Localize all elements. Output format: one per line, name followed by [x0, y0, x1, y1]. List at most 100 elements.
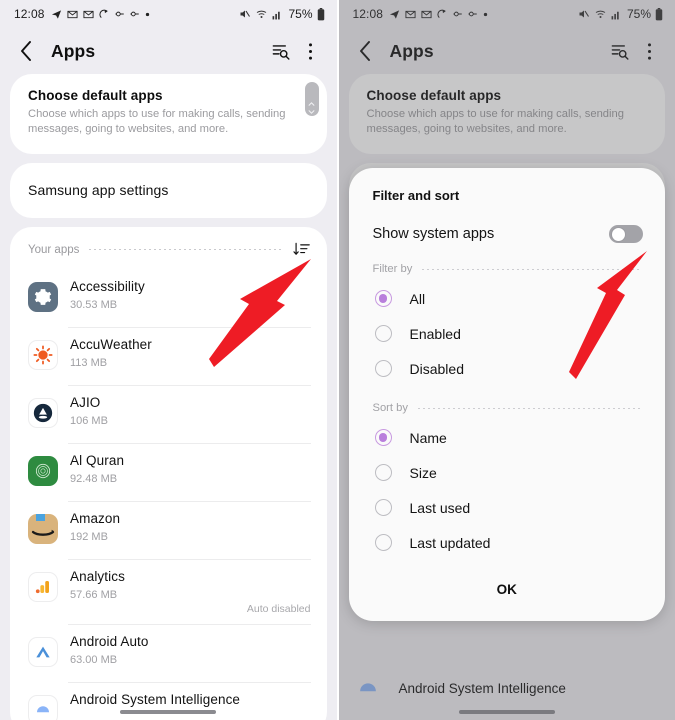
- dot-icon: [483, 12, 488, 17]
- more-vertical-icon[interactable]: [297, 37, 325, 65]
- accuweather-icon: [28, 339, 58, 370]
- status-bar-system-icons: 75%: [238, 7, 324, 21]
- dot-icon: [145, 12, 150, 17]
- show-system-apps-row[interactable]: Show system apps: [349, 203, 666, 247]
- sort-option-last-used[interactable]: Last used: [349, 490, 666, 525]
- mute-icon: [238, 8, 251, 20]
- list-item-size: 30.53 MB: [70, 298, 118, 311]
- status-bar: 12:08 75%: [0, 0, 337, 28]
- list-item[interactable]: AJIO 106 MB: [10, 384, 327, 443]
- battery-percent-label: 75%: [626, 7, 651, 21]
- gmail-icon: [405, 9, 416, 20]
- al-quran-icon: [28, 455, 58, 486]
- wifi-icon: [255, 8, 268, 20]
- choose-default-apps-card[interactable]: Choose default apps Choose which apps to…: [10, 74, 327, 154]
- list-item-size: 63.00 MB: [70, 653, 118, 666]
- back-button[interactable]: [13, 38, 39, 64]
- filter-option-label: Disabled: [409, 360, 464, 377]
- list-search-icon[interactable]: [267, 37, 295, 65]
- sort-by-label: Sort by: [372, 402, 408, 414]
- sort-by-header: Sort by: [349, 386, 666, 420]
- ok-button[interactable]: OK: [349, 560, 666, 621]
- mute-icon: [577, 8, 590, 20]
- android-system-intelligence-icon: [357, 679, 387, 698]
- ajio-icon: [28, 397, 58, 428]
- radio-button-icon[interactable]: [374, 429, 392, 446]
- samsung-app-settings-title: Samsung app settings: [28, 181, 169, 198]
- navigation-handle[interactable]: [339, 703, 675, 720]
- filter-and-sort-dialog: Filter and sort Show system apps Filter …: [348, 168, 666, 621]
- sort-option-last-updated[interactable]: Last updated: [349, 525, 666, 560]
- sort-option-name[interactable]: Name: [349, 420, 666, 455]
- list-item-text: Al Quran 92.48 MB: [70, 452, 311, 485]
- sort-option-label: Last used: [409, 499, 471, 516]
- link-icon: [468, 10, 478, 18]
- radio-button-icon[interactable]: [374, 534, 392, 551]
- page-title: Apps: [51, 40, 96, 61]
- list-item-text: AJIO 106 MB: [70, 394, 311, 427]
- wifi-icon: [594, 8, 607, 20]
- filter-option-disabled[interactable]: Disabled: [349, 351, 666, 386]
- telegram-icon: [51, 9, 62, 20]
- list-search-icon[interactable]: [605, 37, 633, 65]
- home-handle-icon: [458, 709, 555, 714]
- status-bar-notification-icons: [51, 8, 150, 20]
- radio-button-icon[interactable]: [374, 325, 392, 342]
- list-item[interactable]: Amazon 192 MB: [10, 500, 327, 559]
- list-item-name: Android Auto: [70, 633, 149, 649]
- list-item[interactable]: Al Quran 92.48 MB: [10, 442, 327, 501]
- list-item[interactable]: Android Auto 63.00 MB: [10, 623, 327, 682]
- your-apps-header: Your apps: [10, 227, 327, 269]
- list-item-text: AccuWeather 113 MB: [70, 336, 311, 369]
- list-item[interactable]: Analytics 57.66 MB Auto disabled: [10, 558, 327, 624]
- more-vertical-icon[interactable]: [635, 37, 663, 65]
- capture-icon: [98, 8, 110, 20]
- filter-option-all[interactable]: All: [349, 281, 666, 316]
- scrollbar-thumb[interactable]: [304, 82, 319, 116]
- list-item-status-note: Auto disabled: [246, 602, 311, 615]
- samsung-app-settings-card[interactable]: Samsung app settings: [10, 162, 327, 218]
- home-handle-icon: [120, 709, 217, 714]
- chevron-up-icon: [308, 93, 315, 106]
- toggle-knob: [610, 226, 626, 242]
- list-item-size: 106 MB: [70, 414, 108, 427]
- gmail-icon: [421, 9, 432, 20]
- radio-button-icon[interactable]: [374, 499, 392, 516]
- gmail-icon: [66, 9, 78, 20]
- link-icon: [114, 10, 125, 18]
- your-apps-card: Your apps Accessibility 30.53 MB AccuWea…: [10, 226, 327, 720]
- sort-option-size[interactable]: Size: [349, 455, 666, 490]
- sort-option-label: Name: [409, 429, 447, 446]
- list-item-name: Amazon: [70, 510, 121, 526]
- choose-default-apps-card: Choose default apps Choose which apps to…: [348, 74, 665, 154]
- back-button[interactable]: [352, 38, 378, 64]
- panel-divider: [336, 0, 338, 720]
- page-title: Apps: [389, 40, 434, 61]
- choose-default-apps-title: Choose default apps: [28, 88, 163, 103]
- filter-by-label: Filter by: [372, 263, 413, 275]
- radio-button-icon[interactable]: [374, 360, 392, 377]
- radio-button-icon[interactable]: [374, 464, 392, 481]
- status-bar-time: 12:08: [14, 7, 45, 21]
- navigation-handle[interactable]: [0, 703, 337, 720]
- dialog-title: Filter and sort: [372, 188, 460, 203]
- list-item-text: Analytics 57.66 MB Auto disabled: [70, 568, 311, 615]
- app-bar: Apps: [339, 28, 675, 74]
- list-item-name: Al Quran: [70, 452, 125, 468]
- right-phone-screen: 12:08 75% Apps Choose default apps Choos…: [338, 0, 675, 720]
- sort-descending-icon[interactable]: [291, 239, 313, 261]
- gmail-icon: [82, 9, 94, 20]
- header-dotted-rule: [89, 249, 281, 251]
- battery-icon: [655, 7, 663, 21]
- filter-by-dotted-rule: [422, 268, 641, 270]
- filter-option-enabled[interactable]: Enabled: [349, 316, 666, 351]
- choose-default-apps-subtitle: Choose which apps to use for making call…: [366, 108, 624, 136]
- link-icon: [129, 10, 140, 18]
- radio-button-icon[interactable]: [374, 290, 392, 307]
- sort-by-dotted-rule: [417, 407, 641, 409]
- analytics-icon: [28, 571, 58, 602]
- show-system-apps-toggle[interactable]: [609, 225, 643, 243]
- list-item[interactable]: AccuWeather 113 MB: [10, 326, 327, 385]
- status-bar-time: 12:08: [352, 7, 384, 21]
- list-item[interactable]: Accessibility 30.53 MB: [10, 269, 327, 327]
